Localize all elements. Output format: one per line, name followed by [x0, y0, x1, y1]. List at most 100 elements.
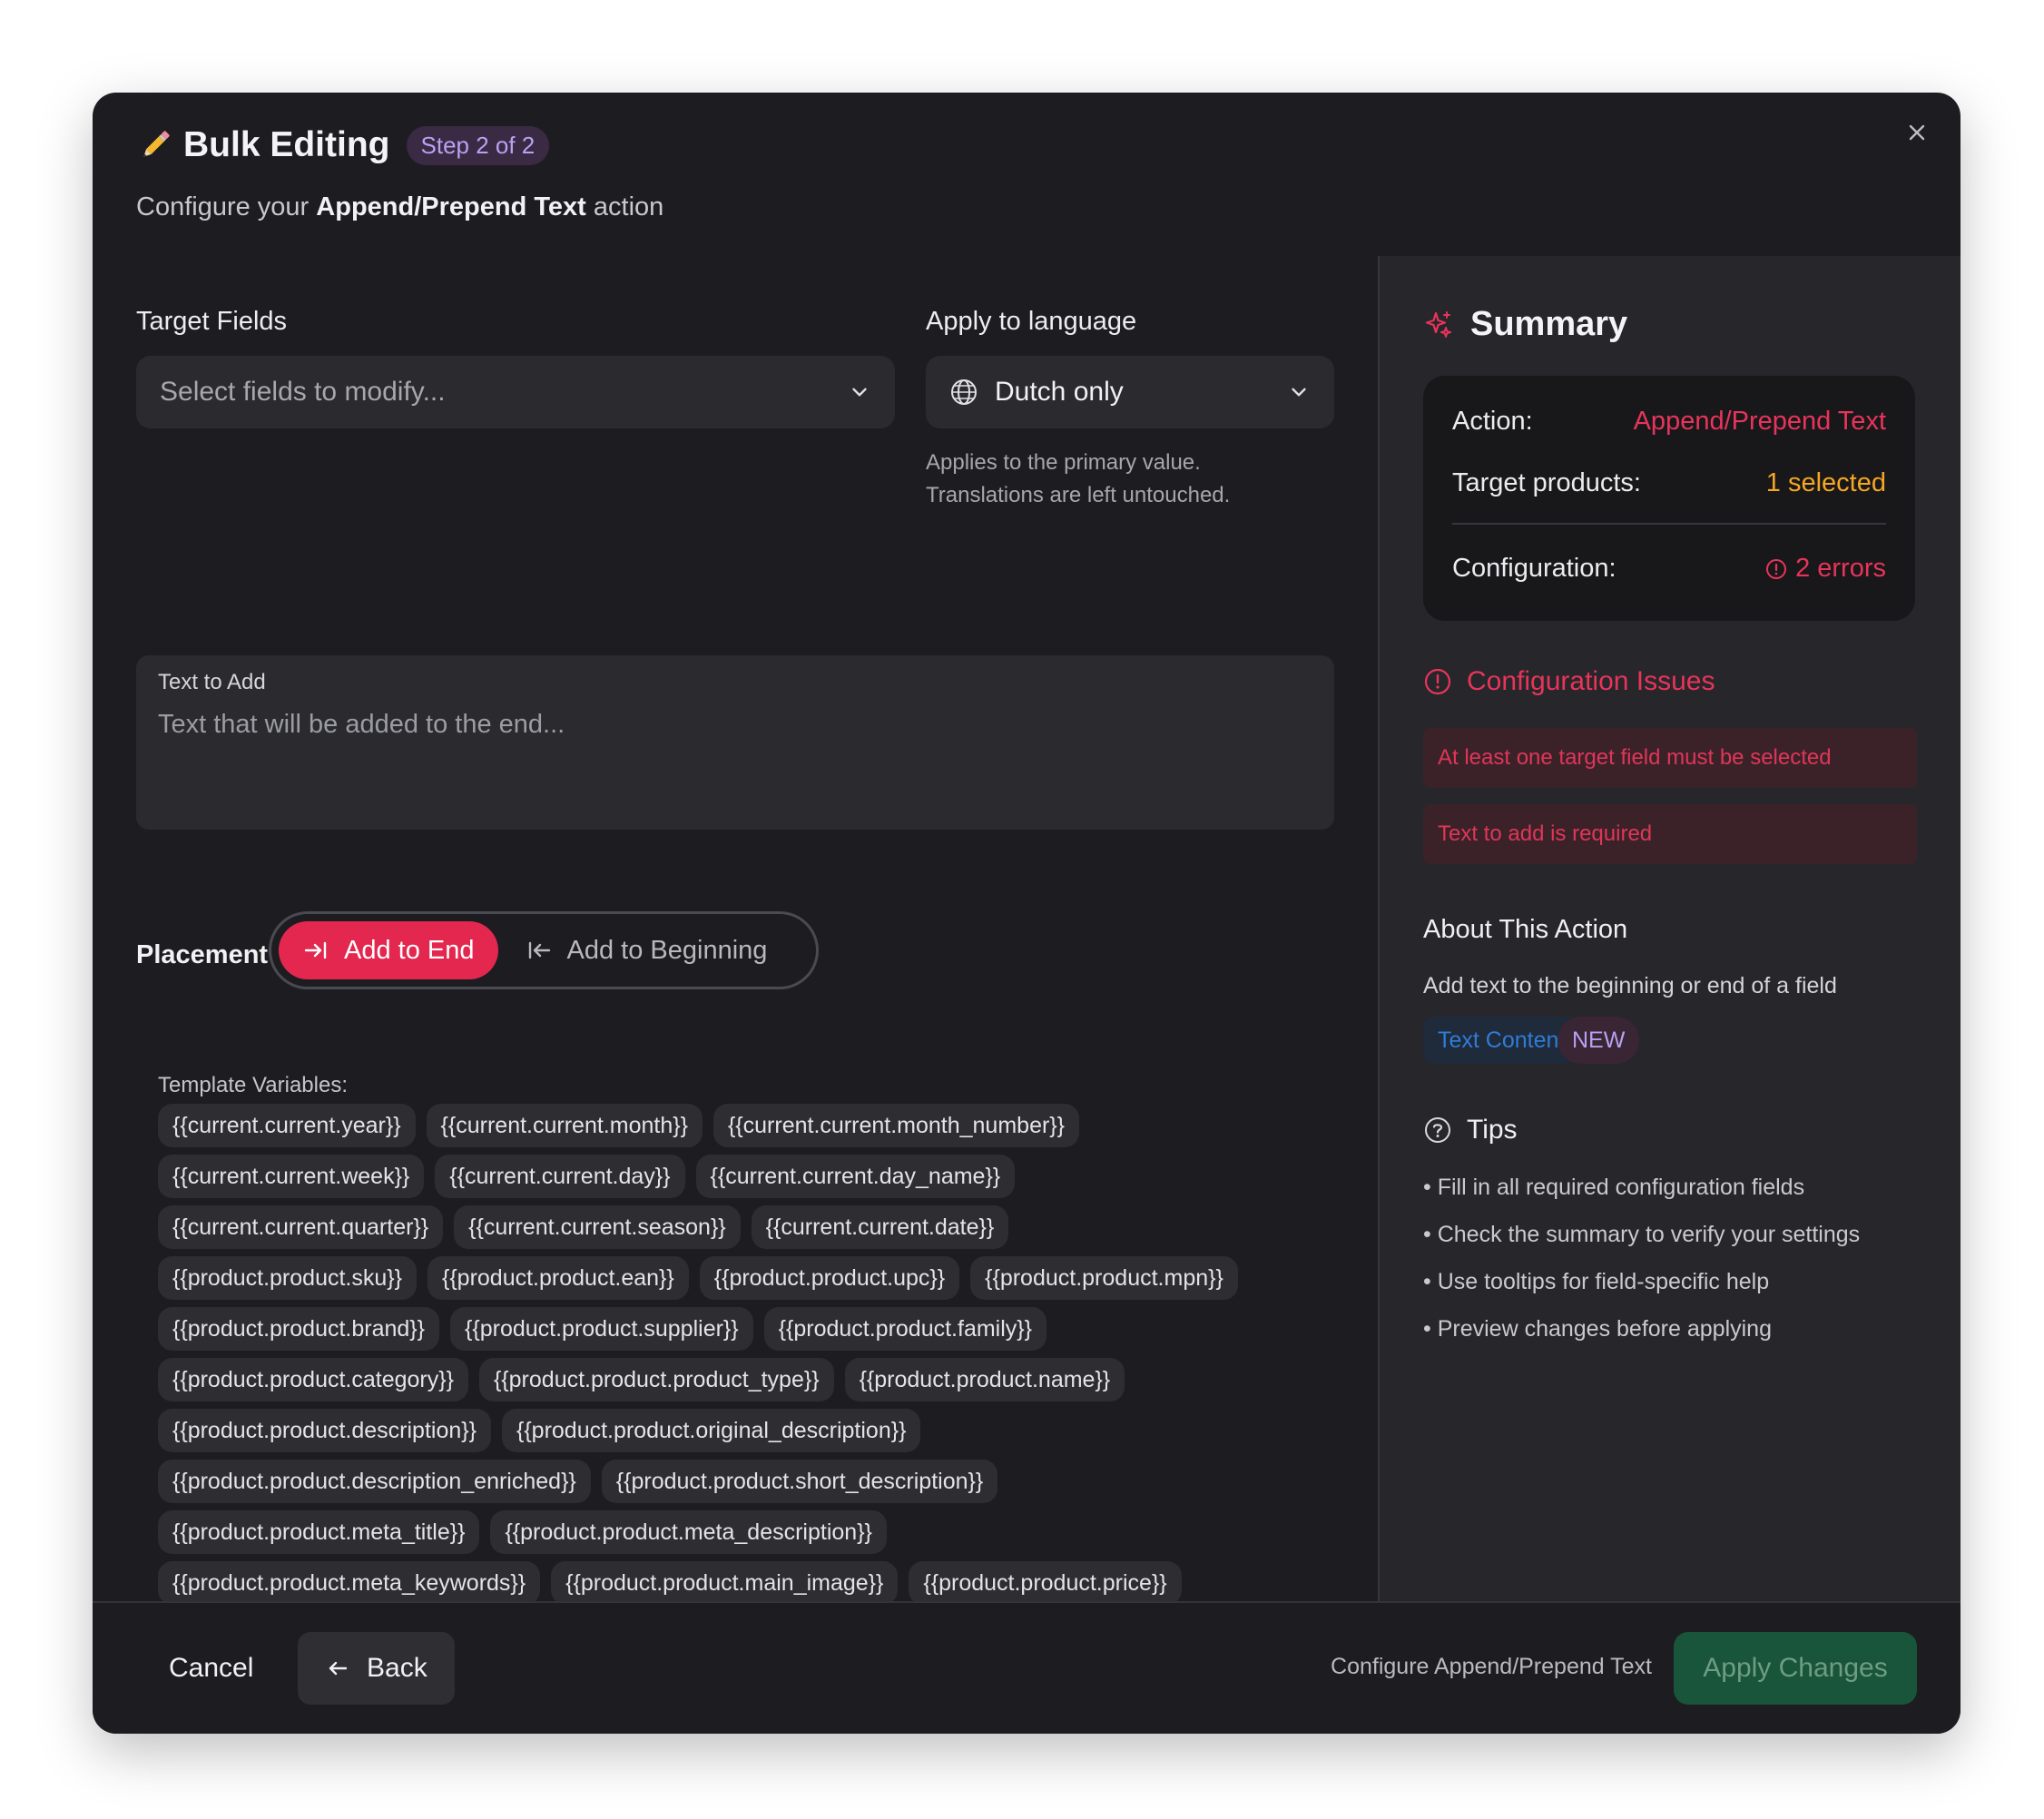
template-variable-chip[interactable]: {{product.product.description_enriched}}: [158, 1460, 591, 1503]
tip-item: Check the summary to verify your setting…: [1423, 1211, 1860, 1258]
sparkles-icon: [1425, 310, 1451, 338]
template-variable-chip[interactable]: {{product.product.meta_title}}: [158, 1510, 480, 1554]
chevron-down-icon: [1292, 388, 1306, 397]
back-button[interactable]: Back: [298, 1632, 455, 1705]
tips-title: Tips: [1467, 1115, 1518, 1145]
step-badge: Step 2 of 2: [406, 125, 550, 165]
targets-value: 1 selected: [1765, 468, 1886, 497]
template-variable-chip[interactable]: {{product.product.sku}}: [158, 1256, 417, 1300]
arrow-left-icon: [329, 1661, 348, 1676]
template-variable-chip[interactable]: {{current.current.month_number}}: [712, 1104, 1079, 1147]
modal-subtitle: Configure your Append/Prepend Text actio…: [136, 192, 663, 222]
add-to-end-option[interactable]: Add to End: [279, 921, 498, 979]
issue-item: At least one target field must be select…: [1423, 728, 1917, 788]
template-variable-chip[interactable]: {{product.product.family}}: [763, 1307, 1047, 1351]
configuration-value: 2 errors: [1795, 554, 1886, 583]
tip-item: Fill in all required configuration field…: [1423, 1164, 1860, 1211]
template-variable-row: {{product.product.description}} {{product…: [158, 1409, 1338, 1460]
summary-pane: Summary Action: Append/Prepend Text Targ…: [1380, 256, 1960, 1694]
title-row: Bulk Editing Step 2 of 2: [136, 125, 550, 165]
template-variable-chip[interactable]: {{current.current.week}}: [158, 1155, 425, 1198]
arrow-left-to-line-icon: [528, 941, 550, 959]
text-to-add-label: Text to Add: [158, 670, 266, 694]
language-hint-line-2: Translations are left untouched.: [926, 483, 1231, 507]
language-label: Apply to language: [926, 307, 1137, 336]
issue-item: Text to add is required: [1423, 804, 1917, 864]
template-variable-row: {{current.current.quarter}} {{current.cur…: [158, 1205, 1338, 1256]
template-variable-chip[interactable]: {{product.product.meta_keywords}}: [158, 1561, 541, 1605]
summary-row-configuration: Configuration: 2 errors: [1452, 554, 1886, 584]
template-variable-chip[interactable]: {{product.product.product_type}}: [478, 1358, 834, 1401]
template-variable-chip[interactable]: {{product.product.category}}: [158, 1358, 468, 1401]
modal-footer: Cancel Back Configure Append/Prepend Tex…: [93, 1601, 1960, 1734]
template-variable-row: {{product.product.brand}} {{product.produ…: [158, 1307, 1338, 1358]
subtitle-action-name: Append/Prepend Text: [316, 192, 586, 221]
config-pane: Target Fields Select fields to modify...…: [93, 256, 1378, 1694]
target-fields-select[interactable]: Select fields to modify...: [136, 356, 895, 428]
template-variable-row: {{current.current.year}} {{current.curren…: [158, 1104, 1338, 1155]
template-variable-row: {{product.product.category}} {{product.pr…: [158, 1358, 1338, 1409]
template-variable-chip[interactable]: {{current.current.quarter}}: [158, 1205, 444, 1249]
target-fields-label: Target Fields: [136, 307, 288, 336]
template-variable-row: {{product.product.meta_title}} {{product.…: [158, 1510, 1338, 1561]
summary-divider: [1452, 523, 1886, 525]
pencil-icon: [143, 131, 170, 157]
template-variable-row: {{product.product.description_enriched}}…: [158, 1460, 1338, 1510]
modal-title: Bulk Editing: [183, 125, 390, 164]
template-variable-chip[interactable]: {{product.product.mpn}}: [970, 1256, 1238, 1300]
template-variables-label: Template Variables:: [158, 1073, 348, 1097]
summary-card: Action: Append/Prepend Text Target produ…: [1423, 376, 1915, 621]
placement-toggle: Add to End Add to Beginning: [269, 911, 819, 989]
template-variable-chip[interactable]: {{current.current.day}}: [435, 1155, 685, 1198]
summary-heading: Summary: [1423, 305, 1627, 344]
about-title: About This Action: [1423, 915, 1628, 944]
template-variable-chip[interactable]: {{current.current.date}}: [751, 1205, 1009, 1249]
tips-list: Fill in all required configuration field…: [1423, 1164, 1860, 1352]
cancel-button[interactable]: Cancel: [136, 1632, 286, 1705]
target-fields-placeholder: Select fields to modify...: [160, 377, 446, 407]
template-variable-chip[interactable]: {{product.product.original_description}}: [501, 1409, 921, 1452]
template-variable-chip[interactable]: {{product.product.name}}: [844, 1358, 1125, 1401]
template-variable-chip[interactable]: {{product.product.price}}: [909, 1561, 1182, 1605]
language-hint: Applies to the primary value. Translatio…: [926, 447, 1230, 512]
tips-heading: Tips: [1423, 1115, 1518, 1145]
action-label: Action:: [1452, 407, 1533, 436]
summary-row-targets: Target products: 1 selected: [1452, 468, 1886, 498]
chevron-down-icon: [852, 388, 867, 397]
globe-icon: [951, 379, 977, 405]
template-variable-chip[interactable]: {{product.product.upc}}: [699, 1256, 960, 1300]
summary-title: Summary: [1470, 305, 1628, 343]
template-variable-chip[interactable]: {{product.product.ean}}: [427, 1256, 689, 1300]
subtitle-suffix: action: [585, 192, 664, 221]
add-to-beginning-option[interactable]: Add to Beginning: [502, 921, 791, 979]
category-tag: Text Content: [1423, 1017, 1580, 1064]
template-variable-row: {{current.current.week}} {{current.curren…: [158, 1155, 1338, 1205]
template-variable-chip[interactable]: {{product.product.main_image}}: [551, 1561, 899, 1605]
summary-row-action: Action: Append/Prepend Text: [1452, 407, 1886, 437]
targets-label: Target products:: [1452, 468, 1641, 497]
template-variable-chip[interactable]: {{product.product.short_description}}: [601, 1460, 998, 1503]
close-button[interactable]: [1897, 113, 1937, 152]
placement-label: Placement: [136, 940, 269, 969]
template-variable-chip[interactable]: {{product.product.brand}}: [158, 1307, 440, 1351]
configuration-issues-title: Configuration Issues: [1467, 666, 1715, 696]
text-to-add-field[interactable]: Text to Add Text that will be added to t…: [136, 655, 1334, 830]
language-hint-line-1: Applies to the primary value.: [926, 450, 1201, 475]
tip-item: Preview changes before applying: [1423, 1305, 1860, 1352]
footer-status: Configure Append/Prepend Text: [1331, 1654, 1652, 1679]
tip-item: Use tooltips for field-specific help: [1423, 1258, 1860, 1305]
alert-circle-icon: [1424, 668, 1451, 695]
new-badge: NEW: [1558, 1017, 1640, 1064]
template-variable-chip[interactable]: {{product.product.meta_description}}: [490, 1510, 887, 1554]
template-variable-chip[interactable]: {{current.current.year}}: [158, 1104, 416, 1147]
template-variable-chip[interactable]: {{current.current.season}}: [454, 1205, 741, 1249]
template-variable-chip[interactable]: {{current.current.month}}: [426, 1104, 703, 1147]
template-variable-chip[interactable]: {{product.product.description}}: [158, 1409, 491, 1452]
template-variable-chip[interactable]: {{product.product.supplier}}: [450, 1307, 753, 1351]
arrow-right-to-line-icon: [304, 941, 327, 959]
language-select[interactable]: Dutch only: [926, 356, 1334, 428]
add-to-beginning-label: Add to Beginning: [566, 935, 768, 965]
template-variable-chip[interactable]: {{current.current.day_name}}: [695, 1155, 1016, 1198]
apply-changes-button[interactable]: Apply Changes: [1674, 1632, 1917, 1705]
text-to-add-placeholder: Text that will be added to the end...: [158, 710, 565, 739]
